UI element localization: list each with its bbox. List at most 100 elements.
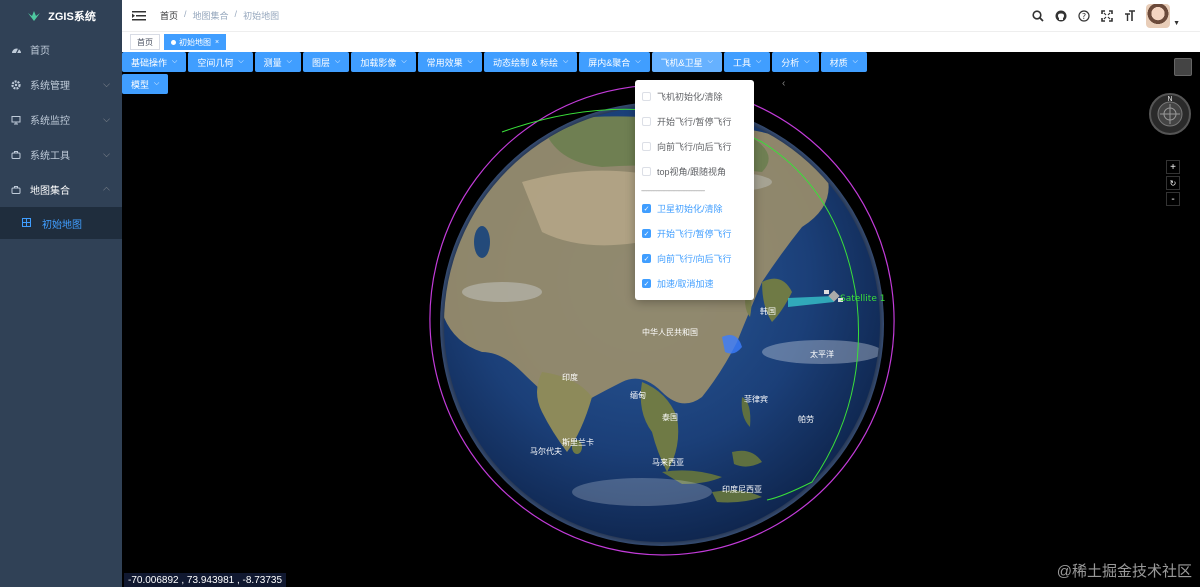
sidebar-item-label: 系统监控 [30,116,70,127]
dropdown-separator: -------------------------------------- [641,185,705,195]
chevron-down-icon: ⌵ [103,79,110,89]
menu-measure[interactable]: 测量 ⌵ [254,52,301,72]
menu-layers[interactable]: 图层 ⌵ [302,52,350,72]
breadcrumb-separator: / [184,9,187,19]
layer-picker-button[interactable] [1174,58,1192,76]
label-thailand: 泰国 [662,412,678,422]
dropdown-item-satellite-init[interactable]: ✓ 卫星初始化/清除 [635,196,754,221]
breadcrumb-separator: / [234,9,238,19]
github-icon[interactable] [1054,9,1068,23]
sidebar-item-label: 系统管理 [30,81,70,92]
fullscreen-icon[interactable] [1100,9,1114,23]
tags-view: 首页 初始地图 × [122,32,1200,52]
menu-label: 飞机&卫星 [660,57,703,68]
tag-initial-map[interactable]: 初始地图 × [164,34,227,50]
sidebar-item-label: 系统工具 [30,151,70,162]
chevron-down-icon: ⌵ [286,58,292,65]
font-size-icon[interactable] [1123,9,1137,23]
tag-home[interactable]: 首页 [130,34,160,50]
menu-label: 基础操作 [131,57,168,68]
chevron-down-icon: ⌵ [401,58,407,65]
sidebar-item-map-collection[interactable]: 地图集合 ⌵ [0,172,122,207]
menu-load-imagery[interactable]: 加载影像 ⌵ [351,52,416,72]
menu-label: 空间几何 [197,57,234,68]
sidebar-item-label: 首页 [30,46,50,57]
menu-aircraft-satellite[interactable]: 飞机&卫星 ⌵ [651,52,722,72]
checkbox[interactable] [642,117,651,126]
sidebar-item-home[interactable]: 首页 [0,32,122,67]
dropdown-item-aircraft-direction[interactable]: 向前飞行/向后飞行 [635,134,754,159]
menu-model[interactable]: 模型 ⌵ [122,74,169,94]
gear-icon [10,79,22,91]
chevron-down-icon: ⌵ [562,58,569,65]
zoom-in-button[interactable]: + [1166,160,1180,174]
sidebar-subitem-initial-map[interactable]: 初始地图 [0,207,122,239]
compass-navigation[interactable]: N [1148,92,1192,136]
menu-label: 模型 [131,79,150,90]
avatar[interactable] [1146,4,1171,28]
search-icon[interactable] [1031,9,1045,23]
map-viewer[interactable]: 中华人民共和国 印度 缅甸 泰国 斯里兰卡 马尔代夫 马来西亚 菲律宾 韩国 太… [122,52,1200,587]
sidebar-item-system-monitor[interactable]: 系统监控 ⌵ [0,102,122,137]
menu-material[interactable]: 材质 ⌵ [820,52,867,72]
help-icon[interactable]: ? [1077,9,1091,23]
dropdown-item-aircraft-start[interactable]: 开始飞行/暂停飞行 [635,109,754,134]
chevron-down-icon: ⌵ [707,58,713,65]
chevron-down-icon: ⌵ [852,58,858,65]
active-dot-icon [171,39,176,45]
dropdown-item-aircraft-view[interactable]: top视角/跟随视角 [635,159,754,184]
aircraft-satellite-dropdown: 飞机初始化/清除 开始飞行/暂停飞行 向前飞行/向后飞行 top视角/跟随视角 … [635,80,754,300]
logo-icon [28,11,41,21]
top-navbar: 首页 / 地图集合 / 初始地图 ? ▼ [122,0,1200,32]
chevron-down-icon: ⌵ [755,58,762,65]
tool-icon [10,149,22,161]
menu-cluster[interactable]: 屏内&聚合 ⌵ [579,52,650,72]
checkbox-checked-icon[interactable]: ✓ [642,254,651,263]
checkbox-checked-icon[interactable]: ✓ [642,204,651,213]
zoom-reset-button[interactable]: ↻ [1166,176,1180,190]
dropdown-item-label: 飞机初始化/清除 [657,92,723,102]
chevron-down-icon: ⌵ [335,58,341,65]
chevron-down-icon: ⌵ [467,58,473,65]
sidebar-item-system-tools[interactable]: 系统工具 ⌵ [0,137,122,172]
dropdown-item-satellite-speed[interactable]: ✓ 加速/取消加速 [635,271,754,296]
menu-label: 屏内&聚合 [588,57,631,68]
navbar-tools: ? ▼ [1031,4,1180,28]
checkbox-checked-icon[interactable]: ✓ [642,229,651,238]
dropdown-item-satellite-start[interactable]: ✓ 开始飞行/暂停飞行 [635,221,754,246]
zoom-out-button[interactable]: - [1166,192,1180,206]
checkbox[interactable] [642,142,651,151]
caret-down-icon[interactable]: ▼ [1173,20,1180,27]
map-toolbar: 基础操作 ⌵ 空间几何 ⌵ 测量 ⌵ 图层 ⌵ 加载影像 ⌵ 常用效果 ⌵ 动态绘制 & 标… [122,52,892,94]
menu-label: 分析 [781,57,800,68]
checkbox[interactable] [642,167,651,176]
chevron-down-icon: ⌵ [238,58,244,65]
zoom-controls: + ↻ - [1166,160,1180,206]
checkbox[interactable] [642,92,651,101]
app-logo[interactable]: ZGIS系统 [0,0,122,32]
monitor-icon [10,114,22,126]
hamburger-icon[interactable] [132,10,146,22]
sidebar-item-system-management[interactable]: 系统管理 ⌵ [0,67,122,102]
menu-label: 工具 [732,57,751,68]
breadcrumb-home[interactable]: 首页 [160,9,178,22]
menu-basic-ops[interactable]: 基础操作 ⌵ [122,52,187,72]
menu-dynamic-draw[interactable]: 动态绘制 & 标绘 ⌵ [483,52,578,72]
menu-analysis[interactable]: 分析 ⌵ [772,52,819,72]
label-myanmar: 缅甸 [630,390,646,400]
svg-text:?: ? [1082,12,1086,21]
dropdown-item-label: 加速/取消加速 [657,279,714,289]
dropdown-item-satellite-direction[interactable]: ✓ 向前飞行/向后飞行 [635,246,754,271]
map-icon [10,184,22,196]
dropdown-item-aircraft-init[interactable]: 飞机初始化/清除 [635,84,754,109]
label-palau: 帕劳 [798,414,814,424]
menu-tools[interactable]: 工具 ⌵ [723,52,771,72]
close-icon[interactable]: × [215,39,219,46]
grid-icon [22,218,32,228]
checkbox-checked-icon[interactable]: ✓ [642,279,651,288]
menu-common-effects[interactable]: 常用效果 ⌵ [417,52,482,72]
label-maldives: 马尔代夫 [530,446,562,456]
menu-spatial-geometry[interactable]: 空间几何 ⌵ [188,52,253,72]
chevron-down-icon: ⌵ [172,58,178,65]
coordinate-readout: -70.006892 , 73.943981 , -8.73735 [124,573,287,587]
